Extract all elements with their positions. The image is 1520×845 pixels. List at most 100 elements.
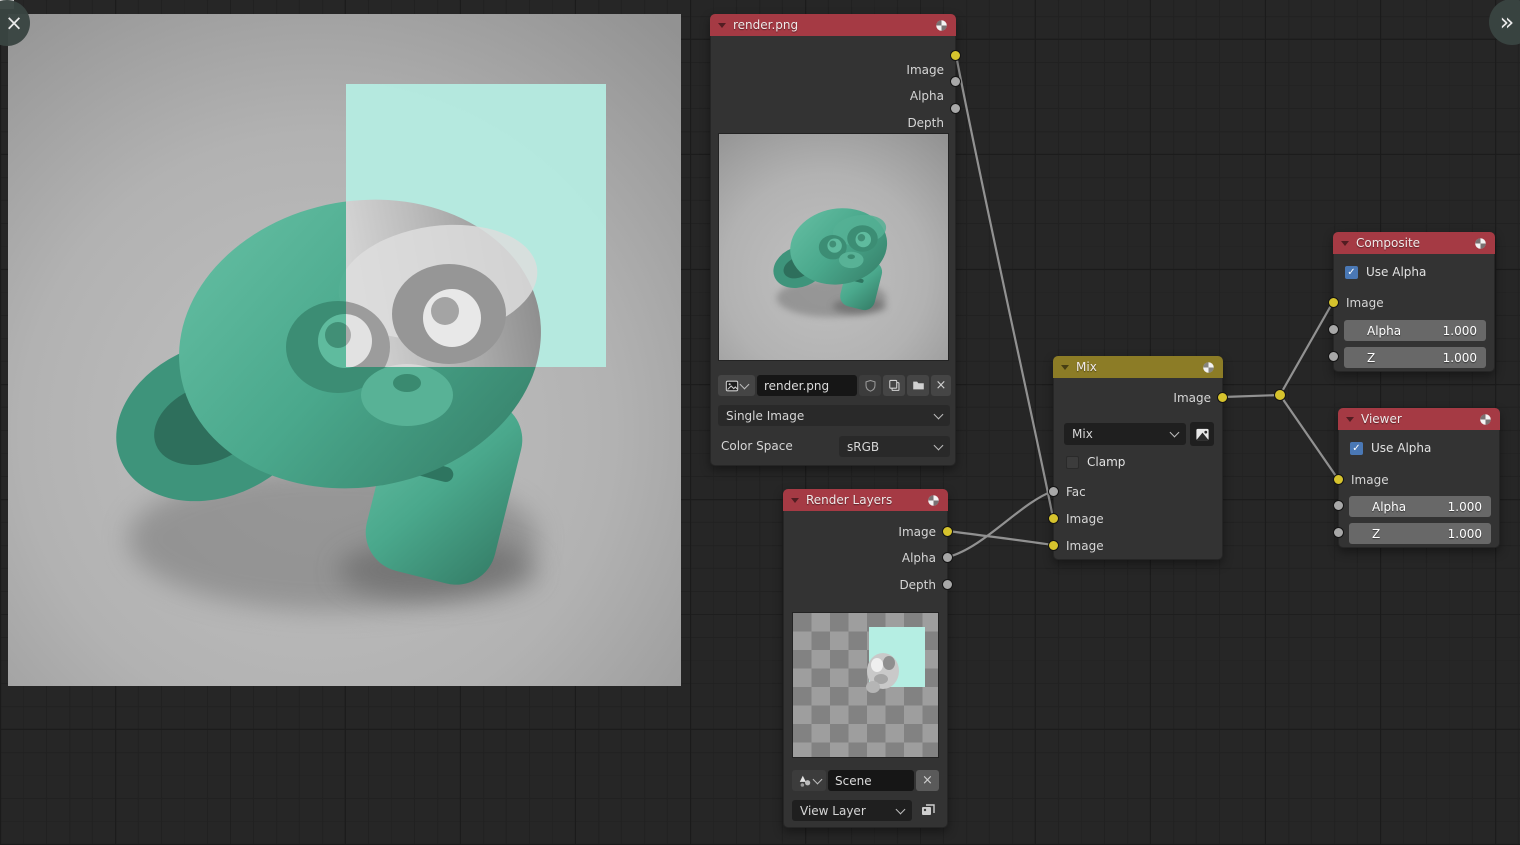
viewer-node[interactable]: Viewer ✓ Use Alpha Image Alpha 1.000 Z 1… [1338,408,1500,548]
chevron-down-icon [1170,428,1180,438]
viewer-node-title: Viewer [1361,412,1402,426]
collapse-triangle-icon[interactable] [791,498,799,503]
double-chevron-right-icon: » [1500,8,1515,36]
unlink-datablock-button[interactable]: × [931,375,951,396]
output-label-depth: Depth [784,575,947,595]
socket-image-output[interactable] [1217,392,1228,403]
reroute-node[interactable] [1275,390,1286,401]
composite-node-header[interactable]: Composite [1333,232,1495,254]
use-alpha-checkbox-row[interactable]: ✓ Use Alpha [1350,439,1431,457]
socket-image2-input[interactable] [1048,540,1059,551]
use-alpha-checkbox[interactable]: ✓ [1350,442,1363,455]
chevron-down-icon [740,379,750,389]
output-label-depth: Depth [711,113,955,133]
copy-icon [888,379,901,392]
node-preview-ball-icon [927,494,940,507]
z-slider[interactable]: Z 1.000 [1349,523,1491,544]
z-slider[interactable]: Z 1.000 [1344,347,1486,368]
image-node[interactable]: render.png Image Alpha Depth render.png [710,14,956,466]
clamp-label: Clamp [1087,455,1125,469]
alpha-slider[interactable]: Alpha 1.000 [1344,320,1486,341]
image-icon-button[interactable] [1190,422,1214,446]
input-label-image2: Image [1054,536,1222,556]
image-source-value: Single Image [726,409,804,423]
socket-z-input[interactable] [1328,351,1339,362]
input-label-image1: Image [1054,509,1222,529]
collapse-triangle-icon[interactable] [1341,241,1349,246]
close-icon: × [5,11,23,35]
socket-fac-input[interactable] [1048,486,1059,497]
unlink-scene-button[interactable]: × [916,770,939,791]
socket-image1-input[interactable] [1048,513,1059,524]
image-source-select[interactable]: Single Image [718,405,950,426]
view-layer-select[interactable]: View Layer [792,800,912,821]
composite-node[interactable]: Composite ✓ Use Alpha Image Alpha 1.000 … [1333,232,1495,372]
scene-datablock-button[interactable] [792,770,826,791]
photo-stack-icon [920,802,936,818]
image-node-title: render.png [733,18,798,32]
socket-image-output[interactable] [950,50,961,61]
socket-alpha-input[interactable] [1328,324,1339,335]
collapse-triangle-icon[interactable] [718,23,726,28]
socket-image-output[interactable] [942,526,953,537]
clamp-checkbox-row[interactable]: Clamp [1066,453,1125,471]
node-preview-ball-icon [1202,361,1215,374]
use-alpha-checkbox-row[interactable]: ✓ Use Alpha [1345,263,1426,281]
mix-node[interactable]: Mix Image Mix Clamp Fac Image Image [1053,356,1223,560]
blend-mode-select[interactable]: Mix [1064,423,1186,445]
output-label-alpha: Alpha [784,548,947,568]
render-single-layer-button[interactable] [916,798,939,821]
alpha-label: Alpha [1372,500,1406,514]
node-preview-ball-icon [935,19,948,32]
close-icon: × [936,378,947,393]
output-label-alpha: Alpha [711,86,955,106]
clamp-checkbox[interactable] [1066,456,1079,469]
socket-alpha-output[interactable] [942,552,953,563]
node-preview-ball-icon [1474,237,1487,250]
socket-image-input[interactable] [1333,474,1344,485]
mix-node-title: Mix [1076,360,1097,374]
render-layers-header[interactable]: Render Layers [783,489,948,511]
collapse-triangle-icon[interactable] [1061,365,1069,370]
input-label-fac: Fac [1054,482,1222,502]
image-name-field[interactable]: render.png [757,375,857,396]
socket-alpha-output[interactable] [950,76,961,87]
chevron-down-icon [934,440,944,450]
z-value: 1.000 [1448,527,1482,541]
scene-name-value: Scene [835,774,872,788]
color-space-value: sRGB [847,440,879,454]
open-image-button[interactable] [907,375,929,396]
output-label-image: Image [1054,388,1222,408]
collapse-triangle-icon[interactable] [1346,417,1354,422]
image-node-header[interactable]: render.png [710,14,956,36]
fake-user-button[interactable] [859,375,881,396]
preview-silver-monkey [861,649,903,695]
image-icon [725,379,739,393]
output-label-image: Image [711,60,955,80]
image-icon [1195,427,1210,442]
mix-node-header[interactable]: Mix [1053,356,1223,378]
alpha-slider[interactable]: Alpha 1.000 [1349,496,1491,517]
image-datablock-type-button[interactable] [718,375,755,396]
socket-depth-output[interactable] [942,579,953,590]
image-name-value: render.png [764,379,829,393]
use-alpha-checkbox[interactable]: ✓ [1345,266,1358,279]
shield-icon [864,379,877,392]
viewer-node-header[interactable]: Viewer [1338,408,1500,430]
alpha-value: 1.000 [1443,324,1477,338]
composite-node-title: Composite [1356,236,1420,250]
color-space-select[interactable]: sRGB [839,436,950,457]
z-label: Z [1372,527,1380,541]
input-label-image: Image [1339,470,1499,490]
use-alpha-label: Use Alpha [1371,441,1431,455]
duplicate-datablock-button[interactable] [883,375,905,396]
socket-image-input[interactable] [1328,297,1339,308]
render-layers-node[interactable]: Render Layers Image Alpha Depth Scene × … [783,489,948,828]
socket-depth-output[interactable] [950,103,961,114]
use-alpha-label: Use Alpha [1366,265,1426,279]
scene-name-field[interactable]: Scene [828,770,914,791]
socket-z-input[interactable] [1333,527,1344,538]
output-label-image: Image [784,522,947,542]
alpha-value: 1.000 [1448,500,1482,514]
socket-alpha-input[interactable] [1333,500,1344,511]
